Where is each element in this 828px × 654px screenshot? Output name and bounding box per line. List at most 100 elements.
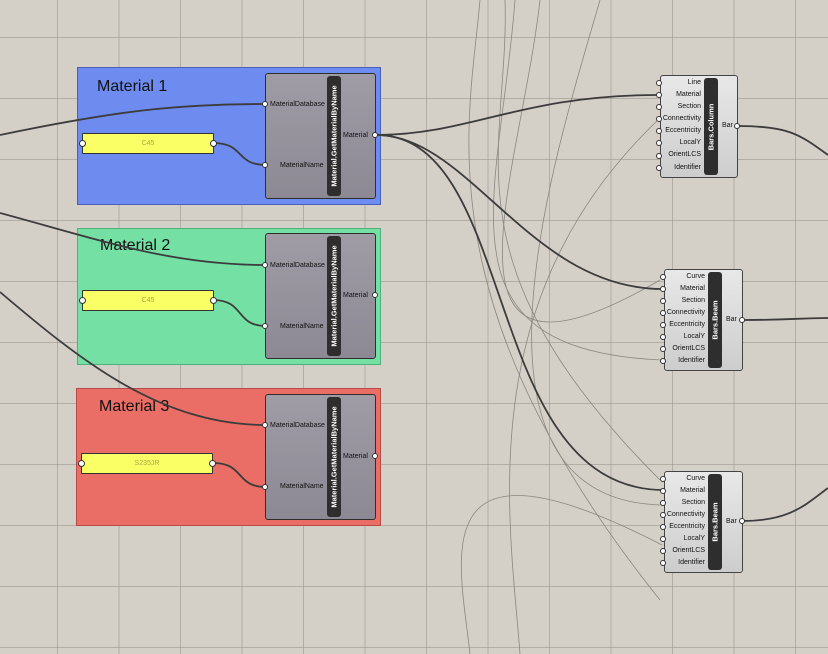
input-material: Material	[676, 91, 701, 98]
component-title-bar: Bars.Beam	[708, 474, 722, 570]
panel-input-grip[interactable]	[79, 140, 86, 147]
input-node[interactable]	[262, 101, 268, 107]
input-node[interactable]	[656, 116, 662, 122]
panel-output-grip[interactable]	[210, 297, 217, 304]
input-material-database: MaterialDatabase	[270, 101, 325, 108]
input-node[interactable]	[660, 358, 666, 364]
output-material: Material	[343, 453, 368, 460]
input-local-y: LocalY	[683, 535, 705, 542]
input-local-y: LocalY	[679, 139, 701, 146]
input-node[interactable]	[656, 153, 662, 159]
bars-beam-component[interactable]: Curve Material Section Connectivity Ecce…	[664, 269, 743, 371]
input-eccentricity: Eccentricity	[669, 321, 705, 328]
input-connectivity: Connectivity	[666, 309, 705, 316]
input-connectivity: Connectivity	[666, 511, 705, 518]
grasshopper-canvas[interactable]: Material 1 C45 Material 2 C45 Material 3…	[0, 0, 828, 654]
input-node[interactable]	[660, 500, 666, 506]
panel-output-grip[interactable]	[209, 460, 216, 467]
material-name-panel[interactable]: C45	[82, 290, 214, 311]
input-node[interactable]	[660, 524, 666, 530]
material-name-panel[interactable]: S235JR	[81, 453, 213, 474]
faint-wire	[509, 119, 659, 654]
input-material-database: MaterialDatabase	[270, 262, 325, 269]
input-material-name: MaterialName	[280, 483, 324, 490]
component-title-bar: Bars.Column	[704, 78, 718, 175]
input-line: Line	[687, 79, 701, 86]
input-node[interactable]	[660, 346, 666, 352]
wire-material-to-beam-2	[375, 134, 665, 491]
input-curve: Curve	[686, 475, 705, 482]
output-material: Material	[343, 292, 368, 299]
output-node[interactable]	[734, 123, 740, 129]
input-node[interactable]	[660, 476, 666, 482]
input-node[interactable]	[660, 298, 666, 304]
input-node[interactable]	[262, 422, 268, 428]
input-node[interactable]	[656, 128, 662, 134]
component-name: Material.GetMaterialByName	[329, 406, 339, 508]
wire-beam-1-out	[741, 317, 828, 321]
output-node[interactable]	[372, 453, 378, 459]
faint-wire	[501, 0, 661, 323]
input-eccentricity: Eccentricity	[665, 127, 701, 134]
get-material-by-name-component[interactable]: MaterialDatabase MaterialName Material.G…	[265, 73, 376, 199]
component-name: Material.GetMaterialByName	[329, 245, 339, 347]
get-material-by-name-component[interactable]: MaterialDatabase MaterialName Material.G…	[265, 394, 376, 520]
input-node[interactable]	[660, 322, 666, 328]
input-orient-lcs: OrientLCS	[672, 345, 705, 352]
input-node[interactable]	[660, 488, 666, 494]
wire-name-3	[212, 462, 267, 488]
output-node[interactable]	[739, 518, 745, 524]
wire-database-2	[0, 212, 267, 266]
input-node[interactable]	[660, 274, 666, 280]
input-node[interactable]	[660, 286, 666, 292]
panel-output-grip[interactable]	[210, 140, 217, 147]
get-material-by-name-component[interactable]: MaterialDatabase MaterialName Material.G…	[265, 233, 376, 359]
input-node[interactable]	[656, 140, 662, 146]
output-node[interactable]	[372, 132, 378, 138]
input-node[interactable]	[660, 334, 666, 340]
input-node[interactable]	[656, 80, 662, 86]
wire-database-3	[0, 291, 267, 426]
wire-name-2	[212, 299, 267, 327]
input-connectivity: Connectivity	[662, 115, 701, 122]
component-name: Material.GetMaterialByName	[329, 85, 339, 187]
input-local-y: LocalY	[683, 333, 705, 340]
input-node[interactable]	[656, 165, 662, 171]
input-identifier: Identifier	[678, 559, 705, 566]
input-identifier: Identifier	[678, 357, 705, 364]
input-node[interactable]	[656, 92, 662, 98]
input-node[interactable]	[660, 548, 666, 554]
input-node[interactable]	[660, 560, 666, 566]
panel-input-grip[interactable]	[78, 460, 85, 467]
input-node[interactable]	[262, 162, 268, 168]
input-material: Material	[680, 487, 705, 494]
input-node[interactable]	[660, 310, 666, 316]
faint-wire	[493, 0, 663, 361]
input-node[interactable]	[262, 323, 268, 329]
input-orient-lcs: OrientLCS	[672, 547, 705, 554]
input-node[interactable]	[262, 484, 268, 490]
output-bar: Bar	[726, 316, 737, 323]
wire-column-out	[737, 125, 828, 156]
component-title-bar: Material.GetMaterialByName	[327, 76, 341, 196]
input-node[interactable]	[660, 512, 666, 518]
input-node[interactable]	[656, 104, 662, 110]
input-section: Section	[681, 499, 705, 506]
input-node[interactable]	[262, 262, 268, 268]
wire-name-1	[212, 142, 267, 166]
input-node[interactable]	[660, 536, 666, 542]
bars-column-component[interactable]: Line Material Section Connectivity Eccen…	[660, 75, 738, 178]
material-name-panel[interactable]: C45	[82, 133, 214, 154]
input-eccentricity: Eccentricity	[669, 523, 705, 530]
output-node[interactable]	[739, 317, 745, 323]
component-title-bar: Bars.Beam	[708, 272, 722, 368]
panel-input-grip[interactable]	[79, 297, 86, 304]
component-title-bar: Material.GetMaterialByName	[327, 236, 341, 356]
bars-beam-component[interactable]: Curve Material Section Connectivity Ecce…	[664, 471, 743, 573]
input-curve: Curve	[686, 273, 705, 280]
wire-material-to-beam-1	[375, 134, 665, 290]
component-name: Bars.Column	[706, 103, 716, 150]
faint-wire	[531, 0, 663, 506]
faint-wire	[468, 0, 661, 601]
output-node[interactable]	[372, 292, 378, 298]
